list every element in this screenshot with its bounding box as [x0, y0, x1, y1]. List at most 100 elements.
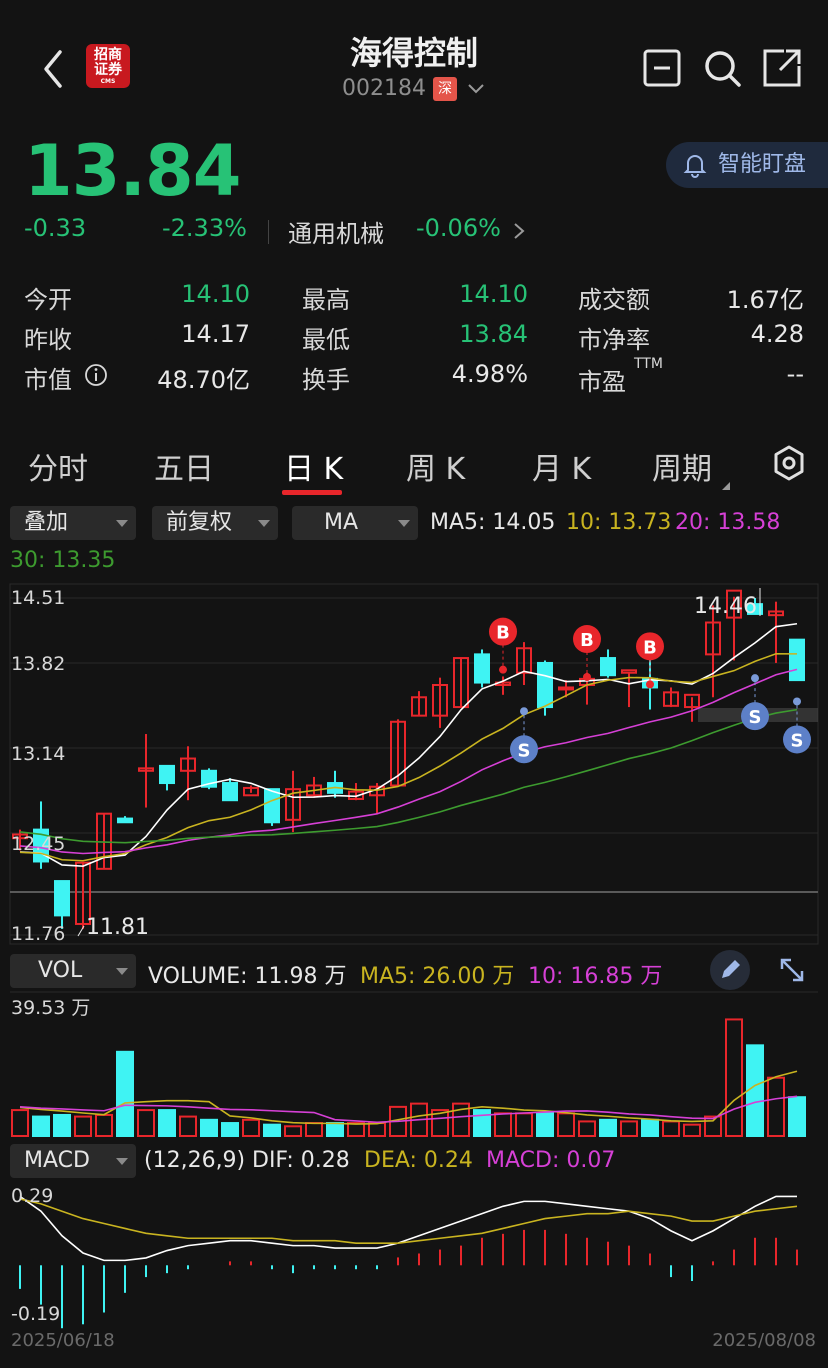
- current-price: 13.84: [24, 130, 241, 212]
- volume-ma5-line: [19, 1070, 798, 1125]
- volume-bar: [746, 1044, 764, 1137]
- period-corner-icon: [722, 482, 730, 490]
- info-icon[interactable]: [84, 363, 108, 387]
- smart-watch-button[interactable]: 智能盯盘: [666, 142, 828, 188]
- volume-bar: [662, 1120, 680, 1137]
- volume-bar: [305, 1122, 323, 1137]
- pb-value: 4.28: [750, 320, 804, 348]
- volume-bar: [284, 1125, 302, 1137]
- volume-dropdown[interactable]: VOL: [10, 954, 136, 988]
- candle-body: [600, 657, 616, 677]
- sell-label: S: [791, 730, 804, 751]
- settings-icon[interactable]: [770, 444, 808, 482]
- turnover-value: 4.98%: [451, 360, 528, 388]
- candle-body: [558, 686, 574, 691]
- ma5-value: MA5: 14.05: [430, 510, 556, 535]
- volume-bar: [767, 1076, 785, 1138]
- price-change-pct: -2.33%: [162, 214, 247, 242]
- candle-body: [222, 782, 238, 802]
- candle-body: [54, 880, 70, 917]
- indicator-dropdown[interactable]: MA: [292, 506, 418, 540]
- macd-value: MACD: 0.07: [486, 1148, 616, 1173]
- candle-body: [789, 638, 805, 682]
- minimize-icon[interactable]: [642, 48, 682, 88]
- smart-watch-label: 智能盯盘: [718, 152, 807, 177]
- tab-weekly-k[interactable]: 周 K: [406, 444, 465, 488]
- price-axis-label: 11.76: [11, 923, 65, 945]
- candle-body: [537, 661, 553, 709]
- turnover-label: 换手: [302, 366, 350, 394]
- mktcap-label: 市值: [24, 366, 72, 394]
- candlestick-chart[interactable]: B B B S S S 14.51 13.82 13.14 12.45 11.76 14.46 11.…: [0, 580, 828, 950]
- stock-code: 002184: [342, 76, 426, 101]
- tab-five-day[interactable]: 五日: [154, 444, 214, 488]
- quote-header: 招商 证券 CMS 海得控制 002184 深 13.84 智能盯盘 -0.33 -…: [0, 0, 828, 410]
- price-axis-label: 14.51: [11, 587, 65, 609]
- sell-dot: [793, 697, 801, 706]
- macd-dropdown[interactable]: MACD: [10, 1144, 136, 1178]
- volume-bar: [788, 1096, 806, 1138]
- low-price-label: 11.81: [86, 915, 149, 940]
- sector-change: -0.06%: [416, 214, 501, 242]
- volume-bar: [725, 1018, 743, 1137]
- ma10-value: 10: 13.73: [566, 510, 672, 535]
- share-icon[interactable]: [762, 48, 802, 88]
- buy-label: B: [580, 630, 594, 651]
- edit-button[interactable]: [710, 950, 750, 990]
- volume-bar: [53, 1113, 71, 1138]
- candle-body: [117, 817, 133, 824]
- macd-params: (12,26,9): [144, 1148, 246, 1173]
- high-price-label: 14.46: [694, 594, 757, 619]
- market-badge: 深: [433, 77, 457, 101]
- volume-bar: [368, 1122, 386, 1137]
- dea-line: [19, 1198, 798, 1244]
- tab-daily-k[interactable]: 日 K: [284, 444, 343, 488]
- volume-max-label: 39.53 万: [11, 997, 90, 1019]
- sell-dot: [751, 674, 759, 683]
- ma20-line: [19, 668, 798, 855]
- candle-body: [621, 669, 637, 674]
- sector-name[interactable]: 通用机械: [288, 214, 384, 249]
- volume-bar: [158, 1109, 176, 1138]
- volume-bar: [599, 1118, 617, 1138]
- volume-bar: [515, 1112, 533, 1137]
- ma30-line: [19, 708, 798, 844]
- volume-bar: [578, 1120, 596, 1137]
- volume-bar: [11, 1109, 29, 1138]
- price-axis-label: 13.14: [11, 743, 65, 765]
- mktcap-value: 48.70亿: [157, 366, 250, 394]
- tab-intraday[interactable]: 分时: [28, 444, 88, 488]
- volume-bar: [179, 1115, 197, 1137]
- chevron-right-icon[interactable]: [512, 221, 526, 241]
- open-value: 14.10: [181, 280, 250, 308]
- candle-body: [159, 764, 175, 785]
- volume-bar: [221, 1122, 239, 1137]
- volume-bar: [347, 1122, 365, 1137]
- chevron-down-icon[interactable]: [466, 78, 486, 98]
- search-icon[interactable]: [702, 48, 742, 88]
- prev-close-value: 14.17: [181, 320, 250, 348]
- volume-bar: [200, 1118, 218, 1138]
- adjust-dropdown[interactable]: 前复权: [152, 506, 278, 540]
- price-change: -0.33: [24, 214, 87, 242]
- volume-bar: [557, 1112, 575, 1137]
- volume-bar: [32, 1115, 50, 1137]
- ma30-value: 30: 13.35: [10, 548, 116, 573]
- volume-bar: [95, 1113, 113, 1138]
- start-date-label: 2025/06/18: [11, 1330, 115, 1351]
- ma10-line: [19, 652, 798, 862]
- macd-dea: DEA: 0.24: [364, 1148, 473, 1173]
- sell-label: S: [749, 707, 762, 728]
- volume-ma5: MA5: 26.00 万: [360, 964, 515, 989]
- volume-chart[interactable]: 39.53 万: [0, 990, 828, 1140]
- tab-period[interactable]: 周期: [652, 444, 712, 488]
- overlay-dropdown[interactable]: 叠加: [10, 506, 136, 540]
- macd-bottom-label: -0.19: [11, 1303, 60, 1325]
- tab-monthly-k[interactable]: 月 K: [532, 444, 591, 488]
- expand-icon[interactable]: [776, 954, 808, 986]
- volume-bar: [620, 1120, 638, 1137]
- price-axis-label: 13.82: [11, 653, 65, 675]
- macd-chart[interactable]: 0.29 -0.19 2025/06/18 2025/08/08: [0, 1180, 828, 1368]
- volume-bar: [263, 1123, 281, 1138]
- chart-frame: [9, 583, 819, 945]
